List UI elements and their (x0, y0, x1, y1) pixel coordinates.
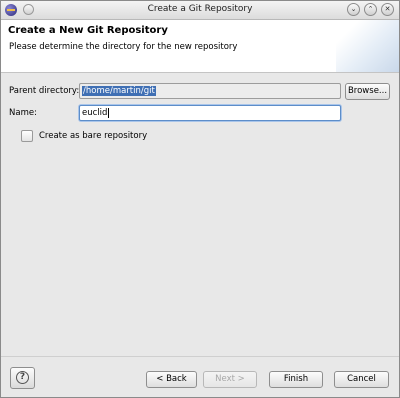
window-title: Create a Git Repository (147, 4, 253, 14)
create-git-repository-dialog: Create a Git Repository ⌄ ⌃ ✕ Create a N… (0, 0, 400, 398)
name-field[interactable]: euclid (79, 105, 341, 121)
text-cursor (108, 107, 110, 118)
parent-directory-field[interactable]: /home/martin/git (79, 83, 341, 99)
page-title: Create a New Git Repository (8, 25, 168, 36)
help-button[interactable]: ? (10, 367, 35, 389)
parent-directory-label: Parent directory: (9, 86, 80, 96)
back-button[interactable]: < Back (146, 371, 197, 388)
close-icon[interactable]: ✕ (381, 3, 394, 16)
browse-button[interactable]: Browse... (345, 83, 390, 100)
cancel-button[interactable]: Cancel (334, 371, 389, 388)
minimize-icon[interactable]: ⌄ (347, 3, 360, 16)
maximize-icon[interactable]: ⌃ (364, 3, 377, 16)
bare-repository-label[interactable]: Create as bare repository (39, 131, 147, 141)
finish-button[interactable]: Finish (269, 371, 323, 388)
next-button[interactable]: Next > (203, 371, 257, 388)
help-icon: ? (16, 371, 29, 384)
parent-directory-value: /home/martin/git (82, 86, 156, 96)
page-description: Please determine the directory for the n… (9, 42, 238, 52)
wizard-banner-image (336, 20, 399, 72)
footer-separator (1, 356, 399, 357)
name-label: Name: (9, 108, 37, 118)
title-bar[interactable]: Create a Git Repository ⌄ ⌃ ✕ (1, 1, 399, 20)
bare-repository-checkbox[interactable] (21, 130, 33, 142)
wizard-header: Create a New Git Repository Please deter… (1, 20, 399, 73)
name-value: euclid (82, 108, 108, 118)
